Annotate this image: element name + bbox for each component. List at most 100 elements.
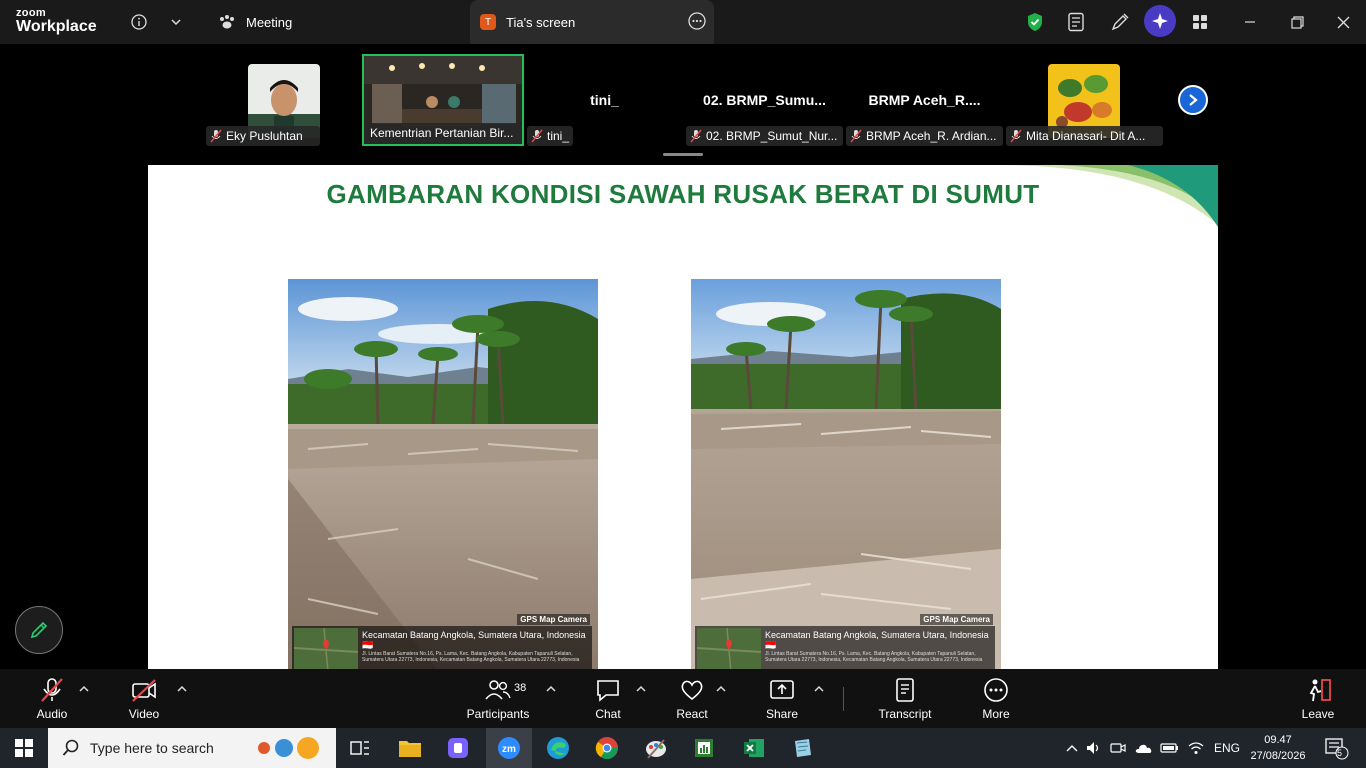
paw-icon <box>218 14 236 30</box>
share-options-caret[interactable] <box>814 685 824 696</box>
tab-shared-screen[interactable]: T Tia's screen <box>470 0 714 44</box>
notes-app-icon[interactable] <box>788 734 816 762</box>
participant-name: tini_ <box>547 129 570 143</box>
annotate-pen-icon[interactable] <box>1108 10 1132 34</box>
participant-name-tag: Kementrian Pertanian Bir... <box>366 123 522 143</box>
gallery-resize-handle[interactable] <box>663 153 703 156</box>
gps-camera-label: GPS Map Camera <box>920 614 993 625</box>
teams-app-icon[interactable] <box>444 734 472 762</box>
paint-app-icon[interactable] <box>642 734 670 762</box>
tray-chevron-up-icon[interactable] <box>1066 744 1078 752</box>
participant-name-tag: Mita Dianasari- Dit A... <box>1006 126 1163 146</box>
restore-icon[interactable] <box>1285 10 1309 34</box>
chat-options-caret[interactable] <box>636 685 646 696</box>
participant-gallery: Eky Pusluhtan Kementrian Pertanian Bir..… <box>0 44 1366 165</box>
info-icon[interactable] <box>127 10 151 34</box>
audio-button[interactable]: Audio <box>12 677 92 721</box>
wifi-icon[interactable] <box>1188 741 1204 755</box>
gps-info-box: Kecamatan Batang Angkola, Sumatera Utara… <box>695 626 995 669</box>
more-button[interactable]: More <box>956 677 1036 721</box>
system-tray: ENG <box>1066 728 1240 768</box>
react-button[interactable]: React <box>652 677 732 721</box>
participant-tile[interactable]: tini_ tini_ <box>527 64 682 146</box>
windows-taskbar: Type here to search zm ENG 09.47 27/08/2… <box>0 728 1366 768</box>
participant-tile[interactable]: Mita Dianasari- Dit A... <box>1006 64 1163 146</box>
notification-center-icon[interactable]: 5 <box>1322 734 1350 762</box>
minimize-icon[interactable] <box>1238 10 1262 34</box>
participant-tile-active[interactable]: Kementrian Pertanian Bir... <box>362 54 524 146</box>
participants-icon <box>485 680 511 700</box>
close-icon[interactable] <box>1331 10 1355 34</box>
muted-mic-icon <box>690 129 702 146</box>
ai-companion-icon[interactable] <box>1144 5 1176 37</box>
zoom-app-icon[interactable]: zm <box>486 728 532 768</box>
share-label: Share <box>765 707 799 721</box>
tab-meeting-label: Meeting <box>246 14 293 30</box>
clock-time: 09.47 <box>1264 734 1292 746</box>
meeting-toolbar: Audio Video Participants 38 Chat React S… <box>0 669 1366 728</box>
security-shield-icon[interactable] <box>1023 10 1047 34</box>
shared-screen: GAMBARAN KONDISI SAWAH RUSAK BERAT DI SU… <box>148 165 1218 669</box>
field-photo-1: GPS Map Camera Kecamatan Batang Angkola,… <box>288 279 598 669</box>
video-off-icon <box>132 679 156 702</box>
input-language[interactable]: ENG <box>1214 741 1240 755</box>
zoom-logo: zoom Workplace <box>16 8 97 35</box>
react-options-caret[interactable] <box>716 685 726 696</box>
share-button[interactable]: Share <box>742 677 822 721</box>
gps-location: Kecamatan Batang Angkola, Sumatera Utara… <box>765 630 989 650</box>
transcript-button[interactable]: Transcript <box>865 677 945 721</box>
participant-name: Eky Pusluhtan <box>226 129 303 143</box>
share-screen-icon <box>770 680 794 699</box>
search-icon <box>62 739 79 756</box>
project-app-icon[interactable] <box>690 734 718 762</box>
participants-label: Participants <box>466 707 530 721</box>
participants-count: 38 <box>514 682 527 694</box>
gallery-next-button[interactable] <box>1178 85 1208 115</box>
excel-app-icon[interactable] <box>740 734 768 762</box>
chevron-down-icon[interactable] <box>164 10 188 34</box>
muted-mic-icon <box>210 129 222 146</box>
tab-screen-label: Tia's screen <box>506 14 576 30</box>
gps-address: Jl. Lintas Barat Sumatera No.16, Ps. Lam… <box>765 651 983 663</box>
more-options-icon[interactable] <box>688 12 706 33</box>
chrome-browser-icon[interactable] <box>593 734 621 762</box>
system-clock[interactable]: 09.47 27/08/2026 <box>1248 732 1308 764</box>
muted-mic-icon <box>1010 129 1022 146</box>
leave-icon <box>1309 679 1331 702</box>
participant-name: Kementrian Pertanian Bir... <box>370 126 514 140</box>
chat-icon <box>597 680 619 702</box>
battery-icon[interactable] <box>1160 741 1180 755</box>
muted-mic-icon <box>41 678 63 702</box>
edge-browser-icon[interactable] <box>544 734 572 762</box>
participant-tile[interactable]: Eky Pusluhtan <box>206 64 320 146</box>
gps-location: Kecamatan Batang Angkola, Sumatera Utara… <box>362 630 586 650</box>
onedrive-icon[interactable] <box>1134 741 1152 755</box>
heart-icon <box>681 680 703 701</box>
participant-tile[interactable]: BRMP Aceh_R.... BRMP Aceh_R. Ardian... <box>846 64 1003 146</box>
transcript-label: Transcript <box>878 707 932 721</box>
volume-icon[interactable] <box>1086 741 1102 755</box>
file-explorer-icon[interactable] <box>396 734 424 762</box>
react-label: React <box>676 707 708 721</box>
participant-name-tag: BRMP Aceh_R. Ardian... <box>846 126 1003 146</box>
gps-mini-map <box>293 627 359 669</box>
participants-options-caret[interactable] <box>546 685 556 696</box>
notification-count: 5 <box>1337 748 1343 758</box>
annotate-button[interactable] <box>15 606 63 654</box>
apps-grid-icon[interactable] <box>1188 10 1212 34</box>
tab-meeting[interactable]: Meeting <box>218 0 468 44</box>
task-view-icon[interactable] <box>346 734 374 762</box>
participant-name: BRMP Aceh_R. Ardian... <box>866 129 997 143</box>
taskbar-search-box[interactable]: Type here to search <box>48 728 336 768</box>
transcript-icon <box>896 678 914 702</box>
search-highlight-image <box>258 737 319 759</box>
chat-button[interactable]: Chat <box>568 677 648 721</box>
participant-tile[interactable]: 02. BRMP_Sumu... 02. BRMP_Sumut_Nur... <box>686 64 843 146</box>
audio-options-caret[interactable] <box>79 685 89 696</box>
video-options-caret[interactable] <box>177 685 187 696</box>
meet-now-icon[interactable] <box>1110 741 1126 755</box>
leave-button[interactable]: Leave <box>1278 677 1358 721</box>
windows-start-icon[interactable] <box>10 734 38 762</box>
video-button[interactable]: Video <box>104 677 184 721</box>
notes-icon[interactable] <box>1064 10 1088 34</box>
